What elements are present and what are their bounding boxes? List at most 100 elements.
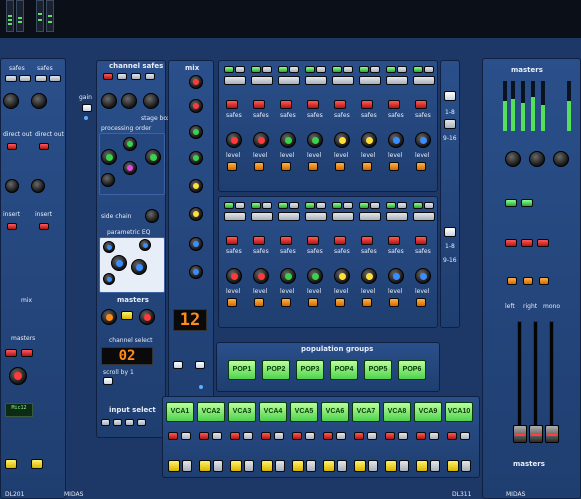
safe-button[interactable] <box>35 75 47 82</box>
strip-mute-button[interactable] <box>388 236 400 245</box>
mix-knob[interactable] <box>189 125 203 139</box>
input-select-button[interactable] <box>101 419 110 426</box>
strip-mute-button[interactable] <box>415 100 427 109</box>
strip-safe-button[interactable] <box>289 66 299 73</box>
vca-solo-button[interactable] <box>305 432 315 440</box>
vca-button[interactable]: VCA6 <box>321 402 349 422</box>
eq-knob[interactable] <box>103 273 115 285</box>
strip-mute-button[interactable] <box>361 236 373 245</box>
bank-button[interactable] <box>444 227 456 237</box>
strip-mute-button[interactable] <box>307 100 319 109</box>
eq-knob[interactable] <box>131 259 147 275</box>
vca-select-button[interactable] <box>199 460 211 472</box>
master-knob[interactable] <box>101 309 117 325</box>
safe-button[interactable] <box>19 75 31 82</box>
mix-knob[interactable] <box>189 99 203 113</box>
vca-button[interactable]: VCA7 <box>352 402 380 422</box>
strip-safe-button[interactable] <box>262 66 272 73</box>
master-mute-button[interactable] <box>5 349 17 357</box>
vca-solo-button[interactable] <box>212 432 222 440</box>
strip-safe-button[interactable] <box>343 66 353 73</box>
eq-knob[interactable] <box>139 239 151 251</box>
vca-select-button[interactable] <box>230 460 242 472</box>
mix-knob[interactable] <box>189 75 203 89</box>
gain-knob[interactable] <box>3 93 19 109</box>
vca-select-button[interactable] <box>385 460 397 472</box>
strip-mute-button[interactable] <box>334 236 346 245</box>
strip-safe-button[interactable] <box>316 202 326 209</box>
strip-safe-button[interactable] <box>359 202 369 209</box>
vca-mute-button[interactable] <box>292 432 302 440</box>
vca-select-button[interactable] <box>323 460 335 472</box>
master-mute-button[interactable] <box>21 349 33 357</box>
strip-safe-button[interactable] <box>278 202 288 209</box>
strip-level-knob[interactable] <box>334 132 350 148</box>
dynamics-knob[interactable] <box>101 173 115 187</box>
strip-select-button[interactable] <box>416 162 426 171</box>
strip-select-button[interactable] <box>254 298 264 307</box>
strip-safe-button[interactable] <box>278 66 288 73</box>
strip-safe-button[interactable] <box>289 202 299 209</box>
strip-mute-button[interactable] <box>226 100 238 109</box>
strip-select-button[interactable] <box>227 162 237 171</box>
vca-button-small[interactable] <box>399 460 409 472</box>
safe-button[interactable] <box>145 73 155 80</box>
master-mute-button[interactable] <box>505 239 517 247</box>
vca-mute-button[interactable] <box>230 432 240 440</box>
vca-button[interactable]: VCA9 <box>414 402 442 422</box>
strip-safe-button[interactable] <box>305 202 315 209</box>
eq-knob[interactable] <box>103 241 115 253</box>
mono-fader-cap[interactable] <box>545 425 559 443</box>
stage-box-knob[interactable] <box>101 93 117 109</box>
mix-knob[interactable] <box>189 151 203 165</box>
vca-mute-button[interactable] <box>416 432 426 440</box>
strip-select-button[interactable] <box>335 162 345 171</box>
master-mute-button[interactable] <box>537 239 549 247</box>
strip-select-button[interactable] <box>416 298 426 307</box>
population-group-button[interactable]: POP1 <box>228 360 256 380</box>
dynamics-knob[interactable] <box>145 149 161 165</box>
safe-button[interactable] <box>131 73 141 80</box>
master-select-button[interactable] <box>523 277 533 285</box>
population-group-button[interactable]: POP5 <box>364 360 392 380</box>
strip-mute-button[interactable] <box>361 100 373 109</box>
strip-level-knob[interactable] <box>226 132 242 148</box>
strip-select-button[interactable] <box>335 298 345 307</box>
strip-select-button[interactable] <box>254 162 264 171</box>
vca-select-button[interactable] <box>261 460 273 472</box>
population-group-button[interactable]: POP2 <box>262 360 290 380</box>
mix-knob[interactable] <box>189 237 203 251</box>
strip-select-button[interactable] <box>281 162 291 171</box>
gain-knob[interactable] <box>31 93 47 109</box>
strip-mute-button[interactable] <box>253 100 265 109</box>
strip-level-knob[interactable] <box>388 268 404 284</box>
strip-level-knob[interactable] <box>226 268 242 284</box>
dynamics-knob[interactable] <box>123 161 137 175</box>
master-safe-button[interactable] <box>521 199 533 207</box>
strip-select-button[interactable] <box>281 298 291 307</box>
strip-select-button[interactable] <box>308 162 318 171</box>
vca-button[interactable]: VCA4 <box>259 402 287 422</box>
dynamics-knob[interactable] <box>101 149 117 165</box>
vca-select-button[interactable] <box>168 460 180 472</box>
vca-button[interactable]: VCA2 <box>197 402 225 422</box>
master-knob[interactable] <box>139 309 155 325</box>
safe-button[interactable] <box>117 73 127 80</box>
strip-select-button[interactable] <box>227 298 237 307</box>
mix-knob[interactable] <box>189 265 203 279</box>
strip-safe-button[interactable] <box>359 66 369 73</box>
bank-button[interactable] <box>444 119 456 129</box>
bank-button[interactable] <box>444 91 456 101</box>
strip-level-knob[interactable] <box>415 268 431 284</box>
select-button[interactable] <box>5 459 17 469</box>
strip-safe-button[interactable] <box>370 202 380 209</box>
strip-safe-button[interactable] <box>413 66 423 73</box>
master-safe-button[interactable] <box>505 199 517 207</box>
input-select-button[interactable] <box>137 419 146 426</box>
population-group-button[interactable]: POP3 <box>296 360 324 380</box>
strip-level-knob[interactable] <box>361 268 377 284</box>
strip-mute-button[interactable] <box>307 236 319 245</box>
strip-safe-button[interactable] <box>224 202 234 209</box>
master-mute-button[interactable] <box>521 239 533 247</box>
master-knob[interactable] <box>553 151 569 167</box>
